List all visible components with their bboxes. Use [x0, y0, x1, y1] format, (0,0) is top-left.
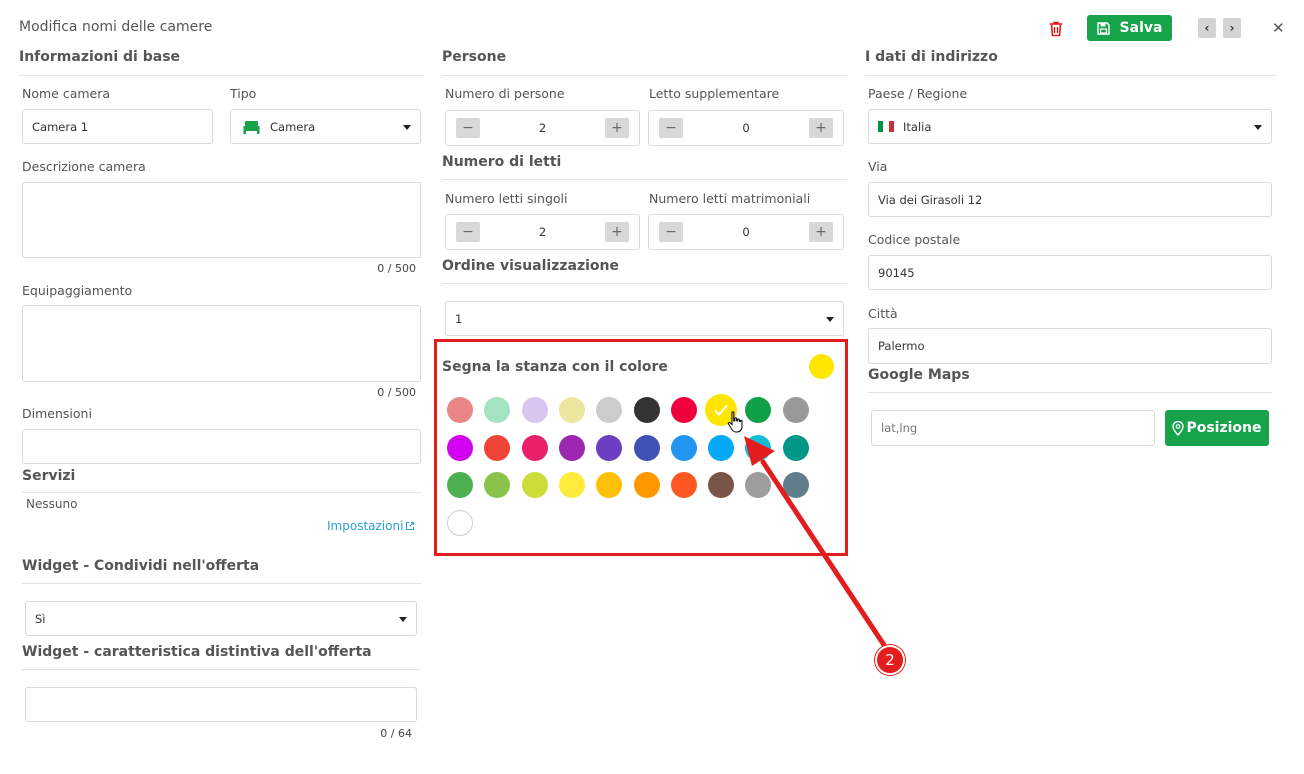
country-label: Paese / Regione: [868, 86, 968, 101]
country-value: Italia: [903, 119, 932, 134]
coords-input[interactable]: [871, 410, 1155, 446]
divider: [865, 75, 1276, 76]
hand-cursor-icon: [727, 410, 745, 438]
city-value: Palermo: [878, 339, 925, 353]
postal-label: Codice postale: [868, 232, 961, 247]
country-select[interactable]: Italia: [868, 109, 1272, 144]
address-title: I dati di indirizzo: [865, 49, 998, 65]
maps-title: Google Maps: [868, 367, 970, 383]
city-label: Città: [868, 306, 898, 321]
italy-flag-icon: [878, 121, 894, 132]
annotation-badge: 2: [875, 645, 905, 675]
divider: [868, 392, 1272, 393]
position-label: Posizione: [1186, 420, 1262, 436]
caret-down-icon: [1254, 124, 1262, 130]
postal-input[interactable]: 90145: [868, 255, 1272, 290]
street-label: Via: [868, 159, 888, 174]
postal-value: 90145: [878, 265, 915, 280]
city-input[interactable]: Palermo: [868, 328, 1272, 364]
position-button[interactable]: Posizione: [1165, 410, 1269, 446]
street-value: Via dei Girasoli 12: [878, 192, 983, 207]
map-pin-icon: [1172, 420, 1185, 436]
street-input[interactable]: Via dei Girasoli 12: [868, 182, 1272, 217]
